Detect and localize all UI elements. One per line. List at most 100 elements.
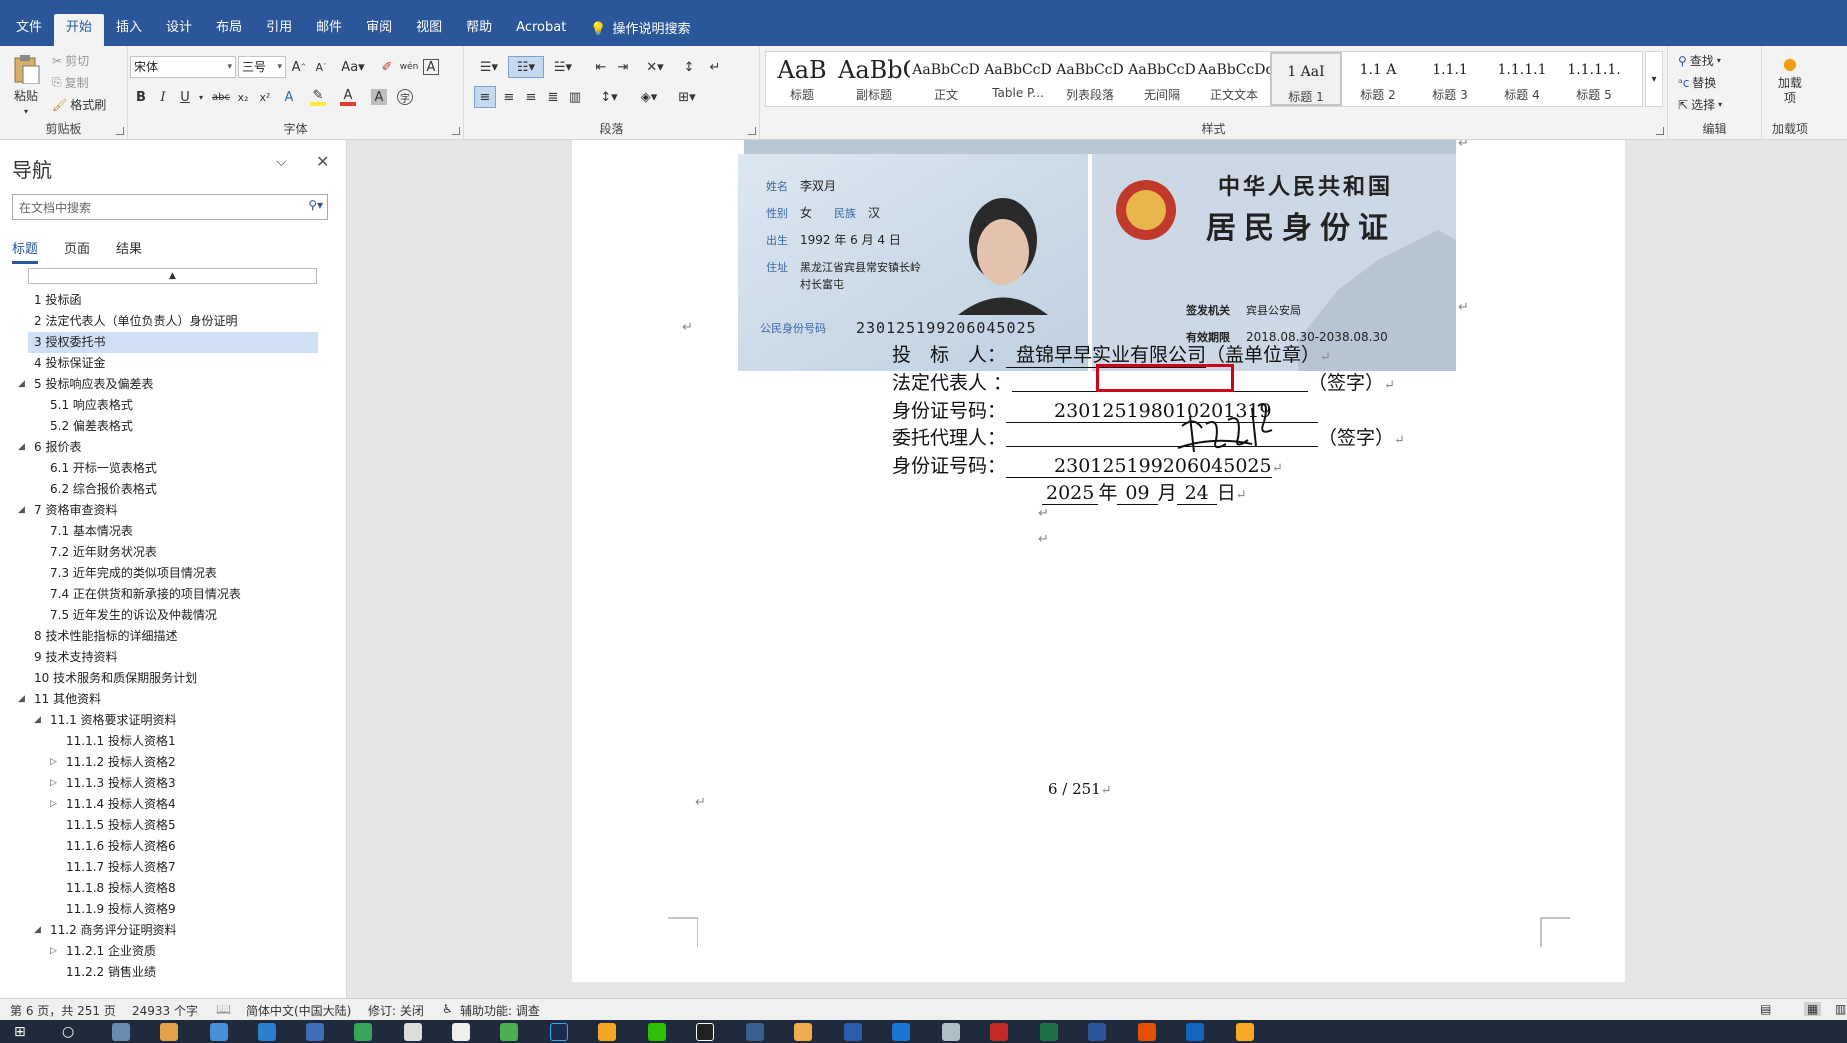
nav-heading-item[interactable]: ◢ 7 资格审查资料 (0, 500, 330, 521)
search-icon[interactable]: ⚲▾ (308, 198, 323, 212)
nav-heading-item[interactable]: 11.1.1 投标人资格1 (0, 731, 330, 752)
decrease-indent-icon[interactable]: ⇤ (590, 56, 612, 78)
excel-icon[interactable] (1040, 1023, 1058, 1041)
expand-icon[interactable]: ▷ (50, 794, 57, 815)
align-center-icon[interactable]: ≡ (498, 86, 520, 108)
nav-heading-item[interactable]: 6.1 开标一览表格式 (0, 458, 330, 479)
date-day[interactable]: 24 (1176, 482, 1217, 505)
strikethrough-icon[interactable]: abc (210, 86, 232, 108)
select-button[interactable]: ⇱ 选择 ▾ (1678, 96, 1722, 113)
ribbon-tab[interactable]: Acrobat (504, 14, 578, 46)
agent-id-value[interactable]: 230125199206045025 (1006, 455, 1273, 478)
nav-heading-item[interactable]: ▷ 11.1.4 投标人资格4 (0, 794, 330, 815)
qq-icon[interactable] (696, 1023, 714, 1041)
shading-icon[interactable]: ◈▾ (634, 86, 664, 108)
distributed-icon[interactable]: ▥ (564, 86, 586, 108)
copy-button[interactable]: ⎘ 复制 (52, 74, 89, 91)
ribbon-tab[interactable]: 邮件 (304, 14, 354, 46)
style-gallery-item[interactable]: AaBbCcD 正文 (910, 52, 982, 106)
ribbon-tab[interactable]: 布局 (204, 14, 254, 46)
taskbar-app-icon[interactable] (306, 1023, 324, 1041)
style-gallery-item[interactable]: 1.1.1.1. 标题 5 (1558, 52, 1630, 106)
font-name-combo[interactable]: 宋体 ▾ (130, 56, 236, 78)
subscript-icon[interactable]: x₂ (232, 86, 254, 108)
shrink-font-icon[interactable]: Aˇ (310, 56, 332, 78)
paste-button[interactable]: 粘贴 ▾ (8, 52, 44, 116)
nav-heading-item[interactable]: 10 技术服务和质保期服务计划 (0, 668, 330, 689)
nav-heading-item[interactable]: ◢ 11.2 商务评分证明资料 (0, 920, 330, 941)
taskbar-app-icon[interactable] (404, 1023, 422, 1041)
status-track-changes[interactable]: 修订: 关闭 (368, 1002, 424, 1019)
align-left-icon[interactable]: ≡ (474, 86, 496, 108)
windows-start-icon[interactable]: ⊞ (14, 1023, 32, 1041)
status-accessibility[interactable]: 辅助功能: 调查 (460, 1002, 540, 1019)
ribbon-tab[interactable]: 帮助 (454, 14, 504, 46)
style-gallery-item[interactable]: AaBbCcD 无间隔 (1126, 52, 1198, 106)
nav-heading-item[interactable]: 7.1 基本情况表 (0, 521, 330, 542)
nav-heading-item[interactable]: ◢ 11 其他资料 (0, 689, 330, 710)
nav-heading-item[interactable]: ◢ 5 投标响应表及偏差表 (0, 374, 330, 395)
acrobat-icon[interactable] (990, 1023, 1008, 1041)
nav-heading-item[interactable]: 1 投标函 (0, 290, 330, 311)
nav-heading-item[interactable]: ▷ 11.1.2 投标人资格2 (0, 752, 330, 773)
phonetic-guide-icon[interactable]: wén (398, 56, 420, 78)
status-language[interactable]: 简体中文(中国大陆) (246, 1002, 351, 1019)
format-painter-button[interactable]: 🖌 格式刷 (52, 96, 106, 113)
nav-heading-item[interactable]: 9 技术支持资料 (0, 647, 330, 668)
char-shading-icon[interactable]: A (371, 89, 387, 105)
nav-heading-item[interactable]: ◢ 11.1 资格要求证明资料 (0, 710, 330, 731)
underline-icon[interactable]: U (174, 86, 196, 108)
collapse-icon[interactable]: ◢ (18, 374, 25, 395)
nav-heading-item[interactable]: 7.2 近年财务状况表 (0, 542, 330, 563)
nav-heading-item[interactable]: 7.3 近年完成的类似项目情况表 (0, 563, 330, 584)
web-layout-icon[interactable]: ▥ (1835, 1002, 1846, 1016)
nav-search-input[interactable]: 在文档中搜索 ⚲▾ (12, 194, 328, 220)
collapse-up-icon[interactable]: ▲ (28, 268, 317, 284)
style-gallery-item[interactable]: AaBbCcDd 正文文本 (1198, 52, 1270, 106)
style-gallery-item[interactable]: 1.1 A 标题 2 (1342, 52, 1414, 106)
nav-heading-item[interactable]: 2 法定代表人（单位负责人）身份证明 (0, 311, 330, 332)
nav-heading-item[interactable]: 11.1.7 投标人资格7 (0, 857, 330, 878)
ribbon-tab[interactable]: 插入 (104, 14, 154, 46)
nav-heading-item[interactable]: 6.2 综合报价表格式 (0, 479, 330, 500)
styles-launcher[interactable] (1656, 127, 1664, 135)
nav-heading-item[interactable]: 7.4 正在供货和新承接的项目情况表 (0, 584, 330, 605)
style-gallery-item[interactable]: AaBbCcD 列表段落 (1054, 52, 1126, 106)
bold-icon[interactable]: B (130, 86, 152, 108)
sort-icon[interactable]: ↕ (678, 56, 700, 78)
nav-heading-item[interactable]: ◢ 6 报价表 (0, 437, 330, 458)
ribbon-tab[interactable]: 引用 (254, 14, 304, 46)
paragraph-launcher[interactable] (748, 127, 756, 135)
find-button[interactable]: ⚲ 查找 ▾ (1678, 52, 1721, 69)
borders-icon[interactable]: ⊞▾ (672, 86, 702, 108)
taskbar-app-icon[interactable] (112, 1023, 130, 1041)
taskbar-app-icon[interactable] (452, 1023, 470, 1041)
search-icon[interactable]: ○ (62, 1023, 80, 1041)
collapse-icon[interactable]: ◢ (18, 689, 25, 710)
taskbar-app-icon[interactable] (500, 1023, 518, 1041)
wechat-icon[interactable] (648, 1023, 666, 1041)
addins-button[interactable]: ● 加载项 (1770, 54, 1810, 106)
taskbar-app-icon[interactable] (892, 1023, 910, 1041)
align-right-icon[interactable]: ≡ (520, 86, 542, 108)
taskbar-app-icon[interactable] (160, 1023, 178, 1041)
folder-icon[interactable] (1236, 1023, 1254, 1041)
collapse-icon[interactable]: ◢ (34, 920, 41, 941)
font-color-icon[interactable]: A (340, 88, 356, 106)
close-icon[interactable]: ✕ (316, 152, 329, 171)
nav-heading-item[interactable]: 11.1.9 投标人资格9 (0, 899, 330, 920)
line-spacing-icon[interactable]: ↕▾ (594, 86, 624, 108)
nav-heading-item[interactable]: ▷ 11.1.3 投标人资格3 (0, 773, 330, 794)
taskbar-app-icon[interactable] (794, 1023, 812, 1041)
nav-heading-item[interactable]: 3 授权委托书 (28, 332, 318, 353)
style-gallery-item[interactable]: 1.1.1 标题 3 (1414, 52, 1486, 106)
text-effects-icon[interactable]: A (278, 86, 300, 108)
chevron-down-icon[interactable]: ▾ (194, 86, 208, 108)
change-case-icon[interactable]: Aa▾ (338, 56, 368, 78)
expand-icon[interactable]: ▷ (50, 752, 57, 773)
status-words[interactable]: 24933 个字 (132, 1002, 198, 1019)
style-gallery-item[interactable]: AaBbC 副标题 (838, 52, 910, 106)
style-gallery-item[interactable]: AaB 标题 (766, 52, 838, 106)
grow-font-icon[interactable]: A ^ (288, 56, 310, 78)
date-month[interactable]: 09 (1117, 482, 1158, 505)
